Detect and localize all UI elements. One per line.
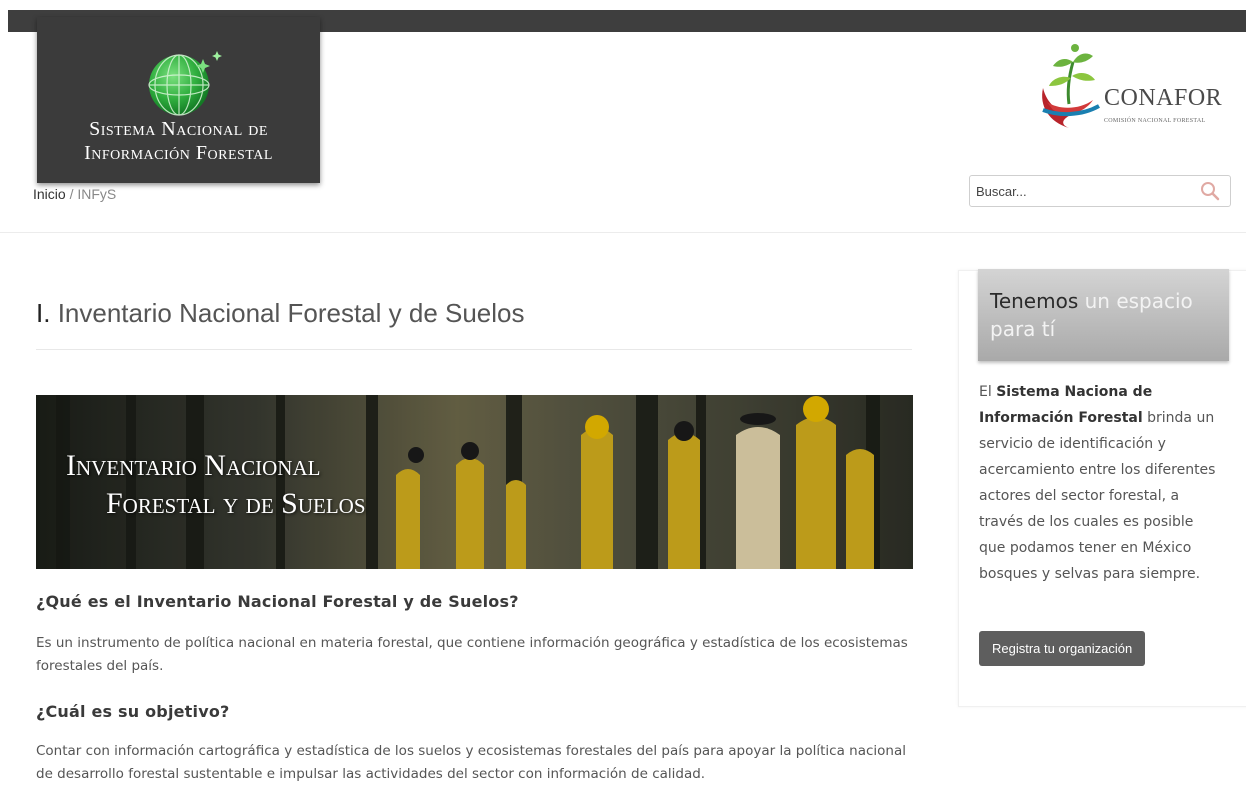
breadcrumb-separator: / [69, 186, 74, 202]
conafor-subtitle: COMISIÓN NACIONAL FORESTAL [1104, 118, 1206, 124]
globe-icon [148, 51, 222, 116]
search-input[interactable] [970, 176, 1170, 206]
page-title: I. Inventario Nacional Forestal y de Sue… [36, 298, 525, 329]
section-heading-objective: ¿Cuál es su objetivo? [36, 702, 230, 721]
breadcrumb-current: INFyS [77, 186, 117, 202]
banner-line-1: Inventario Nacional [66, 449, 321, 482]
breadcrumb: Inicio / INFyS [33, 186, 116, 202]
sidebar-text-intro: El [979, 384, 992, 400]
site-logo[interactable]: Sistema Nacional de Información Forestal [37, 17, 320, 183]
conafor-emblem-icon [1042, 44, 1100, 128]
breadcrumb-home[interactable]: Inicio [33, 186, 66, 202]
sidebar-description: El Sistema Naciona de Información Forest… [979, 379, 1224, 587]
header-divider [0, 232, 1246, 233]
promo-strong: Tenemos [990, 289, 1079, 313]
hero-banner: Inventario Nacional Forestal y de Suelos [36, 395, 913, 569]
sidebar-text-bold: Sistema Naciona de Información Forestal [979, 384, 1153, 426]
promo-box: Tenemos un espacio para tí [978, 269, 1229, 361]
promo-heading: Tenemos un espacio para tí [990, 287, 1220, 343]
search-icon[interactable] [1200, 181, 1220, 201]
conafor-name: CONAFOR [1104, 85, 1223, 111]
banner-title: Inventario Nacional Forestal y de Suelos [66, 447, 366, 523]
section-text-objective: Contar con información cartográfica y es… [36, 743, 906, 782]
conafor-logo[interactable]: CONAFOR COMISIÓN NACIONAL FORESTAL [1029, 40, 1229, 136]
logo-line-1: Sistema Nacional de [89, 118, 268, 140]
logo-title: Sistema Nacional de Información Forestal [37, 117, 320, 165]
logo-line-2: Información Forestal [84, 142, 273, 164]
title-numeral: I. [36, 298, 51, 328]
register-organization-button[interactable]: Registra tu organización [979, 631, 1146, 666]
banner-line-2: Forestal y de Suelos [106, 487, 366, 520]
title-text: Inventario Nacional Forestal y de Suelos [57, 298, 525, 328]
section-text-what: Es un instrumento de política nacional e… [36, 635, 908, 674]
sidebar-text-rest: brinda un servicio de identificación y a… [979, 410, 1216, 582]
search-box [969, 175, 1231, 207]
title-divider [36, 349, 912, 350]
section-heading-what: ¿Qué es el Inventario Nacional Forestal … [36, 592, 519, 611]
sidebar-panel: Tenemos un espacio para tí El Sistema Na… [958, 269, 1246, 707]
